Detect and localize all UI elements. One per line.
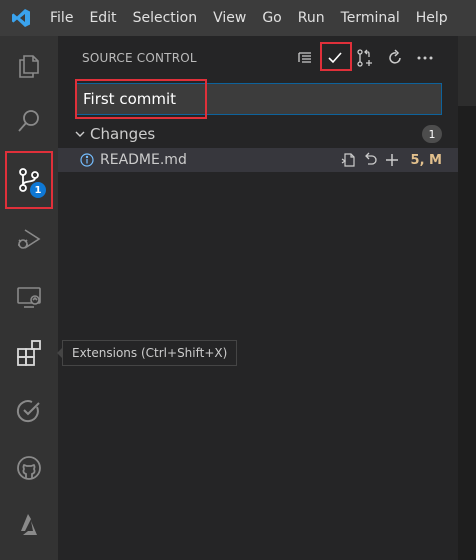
testing-icon[interactable] [0,386,58,436]
menu-go[interactable]: Go [254,0,289,36]
menu-bar: File Edit Selection View Go Run Terminal… [42,0,456,36]
menu-edit[interactable]: Edit [81,0,124,36]
run-debug-icon[interactable] [0,214,58,264]
commit-button-highlight [320,42,352,71]
view-as-tree-icon[interactable] [290,44,320,72]
file-actions: 5, M [337,148,458,172]
commit-message-highlight [75,79,207,119]
create-pull-request-icon[interactable] [350,44,380,72]
azure-icon[interactable] [0,500,58,550]
extensions-tooltip: Extensions (Ctrl+Shift+X) [62,340,238,366]
explorer-icon[interactable] [0,41,58,91]
editor-tab-edge [458,36,476,106]
stage-changes-icon[interactable] [381,148,403,172]
changes-label: Changes [90,125,156,143]
menu-view[interactable]: View [205,0,254,36]
vscode-logo-icon [0,0,42,36]
source-control-panel: SOURCE CONTROL First commit Changes 1 RE… [58,36,458,560]
menu-run[interactable]: Run [290,0,333,36]
menu-help[interactable]: Help [408,0,456,36]
panel-title: SOURCE CONTROL [82,51,197,65]
menu-selection[interactable]: Selection [125,0,206,36]
menu-terminal[interactable]: Terminal [333,0,408,36]
info-file-icon [80,153,94,167]
title-bar: File Edit Selection View Go Run Terminal… [0,0,476,36]
scm-toolbar [290,44,440,72]
file-status: 5, M [410,152,442,168]
chevron-down-icon [75,131,85,137]
github-icon[interactable] [0,443,58,493]
extensions-icon[interactable] [0,328,58,378]
changes-count-badge: 1 [422,125,442,143]
source-control-highlight [5,151,53,209]
menu-file[interactable]: File [42,0,81,36]
search-icon[interactable] [0,96,58,146]
file-name: README.md [100,152,187,168]
changes-group[interactable]: Changes 1 [58,122,458,146]
discard-changes-icon[interactable] [359,148,381,172]
more-actions-icon[interactable] [410,44,440,72]
open-file-icon[interactable] [337,148,359,172]
refresh-icon[interactable] [380,44,410,72]
file-row-readme[interactable]: README.md 5, M [58,148,458,172]
remote-explorer-icon[interactable] [0,272,58,322]
activity-bar: 1 [0,36,58,560]
